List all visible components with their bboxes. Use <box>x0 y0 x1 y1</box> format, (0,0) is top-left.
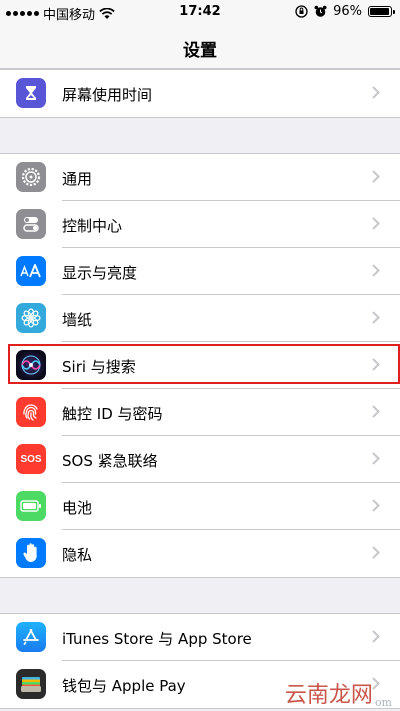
toggle-icon <box>16 209 46 239</box>
settings-row-control-center[interactable]: 控制中心 <box>0 201 400 248</box>
row-label: 通用 <box>62 170 93 188</box>
row-label: 控制中心 <box>62 217 123 235</box>
settings-row-wallpaper[interactable]: 墙纸 <box>0 295 400 342</box>
settings-row-itunes-app-store[interactable]: iTunes Store 与 App Store <box>0 614 400 661</box>
settings-group-general: 通用 控制中心 显示与亮度 墙纸 Siri 与搜索 触控 ID 与密码 SOS … <box>0 153 400 578</box>
battery-icon <box>16 491 46 521</box>
row-label: 隐私 <box>62 546 93 564</box>
row-label: SOS 紧急联络 <box>62 452 158 470</box>
chevron-right-icon <box>368 403 384 419</box>
row-label: Siri 与搜索 <box>62 358 136 376</box>
watermark-text: 云南龙网 <box>284 683 373 708</box>
status-right: 96% <box>295 4 395 19</box>
chevron-right-icon <box>368 497 384 513</box>
settings-row-general[interactable]: 通用 <box>0 154 400 201</box>
row-label: iTunes Store 与 App Store <box>62 630 252 648</box>
settings-row-privacy[interactable]: 隐私 <box>0 530 400 577</box>
battery-fill <box>370 8 389 15</box>
flower-icon <box>16 303 46 333</box>
chevron-right-icon <box>368 168 384 184</box>
chevron-right-icon <box>368 215 384 231</box>
app-store-icon <box>16 622 46 652</box>
chevron-right-icon <box>368 356 384 372</box>
chevron-right-icon <box>368 544 384 560</box>
sos-icon: SOS <box>16 444 46 474</box>
chevron-right-icon <box>368 309 384 325</box>
hourglass-icon <box>16 78 46 108</box>
chevron-right-icon <box>368 84 384 100</box>
chevron-right-icon <box>368 628 384 644</box>
battery-icon <box>368 6 395 17</box>
status-bar: 中国移动 17:42 96% <box>0 0 400 24</box>
watermark-small-text: om <box>374 696 392 709</box>
hand-icon <box>16 538 46 568</box>
row-label: 屏幕使用时间 <box>62 86 153 104</box>
gear-icon <box>16 162 46 192</box>
siri-icon <box>16 350 46 380</box>
row-label: 显示与亮度 <box>62 264 138 282</box>
battery-percentage: 96% <box>333 4 362 19</box>
settings-row-screen-time[interactable]: 屏幕使用时间 <box>0 70 400 117</box>
settings-group-screen-time: 屏幕使用时间 <box>0 69 400 118</box>
row-label: 电池 <box>62 499 93 517</box>
page-title: 设置 <box>183 41 217 61</box>
watermark: 云南龙网 om <box>285 677 392 709</box>
orientation-lock-icon <box>295 5 308 18</box>
row-label: 墙纸 <box>62 311 93 329</box>
settings-row-display-brightness[interactable]: 显示与亮度 <box>0 248 400 295</box>
text-size-icon <box>16 256 46 286</box>
settings-row-siri-search[interactable]: Siri 与搜索 <box>0 342 400 389</box>
row-label: 钱包与 Apple Pay <box>62 677 186 695</box>
wallet-icon <box>16 669 46 699</box>
chevron-right-icon <box>368 262 384 278</box>
row-label: 触控 ID 与密码 <box>62 405 163 423</box>
navigation-bar: 设置 <box>0 24 400 69</box>
settings-row-sos[interactable]: SOS SOS 紧急联络 <box>0 436 400 483</box>
fingerprint-icon <box>16 397 46 427</box>
chevron-right-icon <box>368 450 384 466</box>
settings-row-battery[interactable]: 电池 <box>0 483 400 530</box>
settings-row-touch-id-passcode[interactable]: 触控 ID 与密码 <box>0 389 400 436</box>
alarm-icon <box>314 5 327 17</box>
